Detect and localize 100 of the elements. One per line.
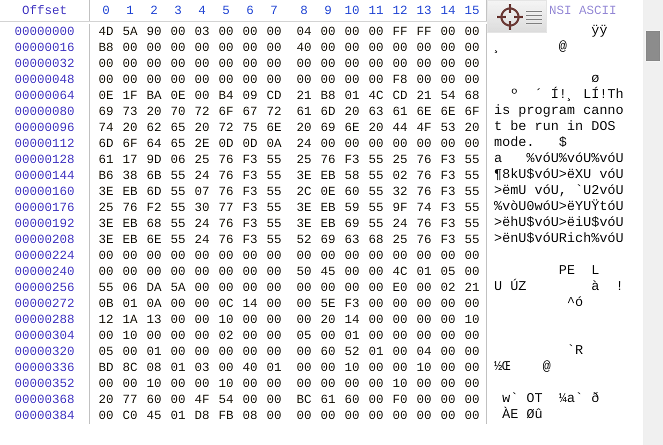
hex-byte: 55 — [265, 184, 282, 200]
hex-byte: 00 — [463, 136, 480, 152]
hex-byte: 00 — [367, 296, 384, 312]
hex-byte: 61 — [391, 104, 408, 120]
hex-byte: 9F — [391, 200, 408, 216]
hex-byte: 76 — [319, 152, 336, 168]
hex-byte: 64 — [145, 136, 162, 152]
hex-byte: 77 — [121, 392, 138, 408]
hex-byte: 55 — [265, 168, 282, 184]
hex-byte: 00 — [367, 72, 384, 88]
hex-byte: 00 — [295, 344, 312, 360]
hex-byte: 00 — [241, 40, 258, 56]
hex-byte: 3E — [97, 216, 114, 232]
hex-byte: 00 — [319, 248, 336, 264]
hex-byte: 00 — [343, 376, 360, 392]
hex-byte: 00 — [265, 24, 282, 40]
hex-byte: 60 — [343, 184, 360, 200]
hex-byte: 00 — [463, 264, 480, 280]
hex-byte: 00 — [265, 392, 282, 408]
hex-byte: 00 — [241, 264, 258, 280]
offset-cell: 00000144 — [0, 168, 90, 184]
hex-byte: 00 — [391, 56, 408, 72]
hex-byte: 76 — [415, 232, 432, 248]
hex-byte: 00 — [415, 392, 432, 408]
hex-byte: 00 — [463, 392, 480, 408]
hex-byte: 00 — [295, 408, 312, 424]
hex-byte: 8C — [121, 360, 138, 376]
hex-byte: 55 — [463, 152, 480, 168]
hex-byte: 52 — [343, 344, 360, 360]
hex-byte: 00 — [193, 248, 210, 264]
hex-byte: 20 — [97, 392, 114, 408]
hex-byte: B8 — [319, 88, 336, 104]
hex-byte: 00 — [169, 344, 186, 360]
hex-byte: 05 — [439, 264, 456, 280]
hex-byte: 65 — [169, 120, 186, 136]
hex-byte: 00 — [97, 56, 114, 72]
hex-byte: 30 — [193, 200, 210, 216]
hex-byte: 00 — [169, 248, 186, 264]
hex-byte: 05 — [295, 328, 312, 344]
hex-byte: 00 — [391, 328, 408, 344]
hex-byte: 00 — [121, 56, 138, 72]
hex-byte: 12 — [97, 312, 114, 328]
hex-byte: 00 — [169, 264, 186, 280]
hex-byte: F3 — [439, 216, 456, 232]
scrollbar[interactable] — [643, 0, 663, 445]
hex-byte: 4F — [193, 392, 210, 408]
hex-byte: F2 — [145, 200, 162, 216]
hex-byte: 60 — [319, 344, 336, 360]
crosshair-icon[interactable] — [496, 2, 524, 32]
hex-byte: FF — [415, 24, 432, 40]
hex-byte: 52 — [295, 232, 312, 248]
hex-byte: 00 — [367, 376, 384, 392]
hex-byte: 00 — [391, 312, 408, 328]
column-header: 0 — [101, 3, 111, 20]
hex-byte: 4C — [391, 264, 408, 280]
hex-byte: 20 — [367, 120, 384, 136]
hex-byte: 6E — [265, 120, 282, 136]
hex-byte: 3E — [97, 184, 114, 200]
hex-byte: 6D — [145, 184, 162, 200]
hex-byte: 00 — [367, 248, 384, 264]
hex-byte: 00 — [415, 40, 432, 56]
ascii-text: ½Œ @ — [494, 360, 551, 375]
hex-byte: BC — [295, 392, 312, 408]
column-header: 8 — [299, 3, 309, 20]
hex-byte: 00 — [463, 24, 480, 40]
hex-byte: FB — [217, 408, 234, 424]
hex-byte: F3 — [241, 216, 258, 232]
list-icon[interactable] — [526, 8, 542, 24]
hex-byte: 61 — [295, 104, 312, 120]
hex-byte: 6D — [319, 104, 336, 120]
hex-byte: 00 — [241, 328, 258, 344]
hex-byte: 55 — [265, 232, 282, 248]
hex-byte: 40 — [295, 40, 312, 56]
hex-byte: 00 — [319, 56, 336, 72]
ascii-text: `R — [566, 344, 584, 359]
column-header: 12 — [391, 3, 408, 20]
column-header: 2 — [149, 3, 159, 20]
hex-byte: 55 — [367, 200, 384, 216]
hex-byte: 60 — [343, 392, 360, 408]
hex-byte: 00 — [193, 72, 210, 88]
hex-byte: 10 — [343, 360, 360, 376]
hex-byte: 20 — [193, 120, 210, 136]
hex-byte: F3 — [343, 152, 360, 168]
hex-byte: 1A — [121, 312, 138, 328]
hex-byte: 62 — [145, 120, 162, 136]
ascii-text: >ëmU vóU, `U2vóU — [494, 184, 624, 199]
hex-byte: 00 — [265, 344, 282, 360]
hex-byte: 00 — [319, 280, 336, 296]
hex-byte: 68 — [145, 216, 162, 232]
hex-byte: 10 — [391, 376, 408, 392]
hex-byte: 00 — [319, 408, 336, 424]
hex-byte: 55 — [169, 168, 186, 184]
hex-byte: 10 — [415, 360, 432, 376]
scrollbar-thumb[interactable] — [646, 31, 660, 61]
hex-byte: 00 — [265, 296, 282, 312]
hex-byte: EB — [319, 200, 336, 216]
hex-byte: 01 — [265, 360, 282, 376]
hex-byte: 6E — [415, 104, 432, 120]
hex-byte: 00 — [241, 24, 258, 40]
column-header: 4 — [197, 3, 207, 20]
